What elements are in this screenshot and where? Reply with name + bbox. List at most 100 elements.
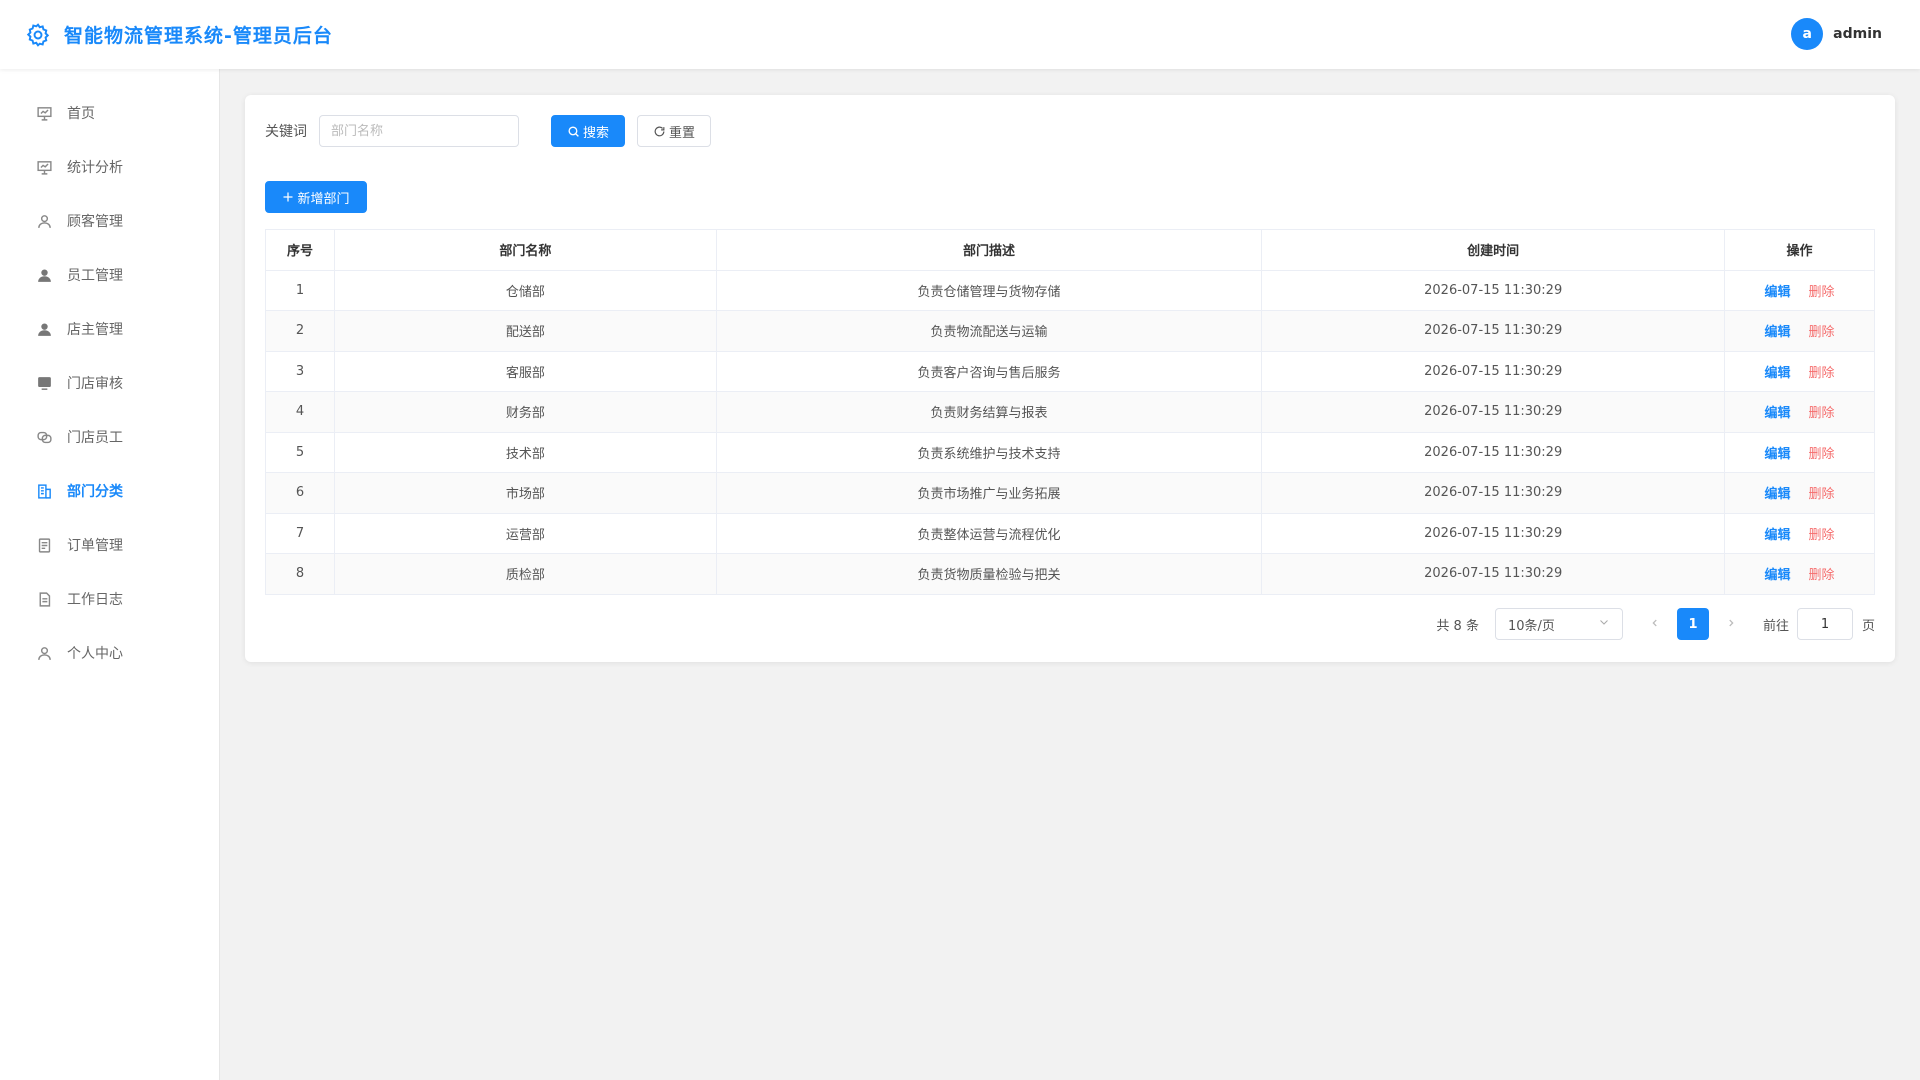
cell-description: 负责物流配送与运输	[715, 310, 1263, 352]
sidebar-item-departments[interactable]: 部门分类	[0, 464, 219, 518]
sidebar-item-orders[interactable]: 订单管理	[0, 518, 219, 572]
table-row: 4 财务部 负责财务结算与报表 2026-07-15 11:30:29 编辑 删除	[265, 391, 1875, 433]
sidebar-item-label: 首页	[67, 106, 95, 122]
edit-link[interactable]: 编辑	[1765, 285, 1791, 300]
keyword-label: 关键词	[265, 124, 307, 140]
table-row: 3 客服部 负责客户咨询与售后服务 2026-07-15 11:30:29 编辑…	[265, 350, 1875, 392]
cell-index: 8	[265, 553, 335, 595]
avatar[interactable]: a	[1791, 18, 1824, 50]
pagination: 共 8 条 10条/页 1 前往 页	[1436, 608, 1875, 640]
table-row: 7 运营部 负责整体运营与流程优化 2026-07-15 11:30:29 编辑…	[265, 512, 1875, 554]
sidebar-item-work-log[interactable]: 工作日志	[0, 572, 219, 626]
edit-link[interactable]: 编辑	[1765, 325, 1791, 340]
column-header-index: 序号	[265, 229, 335, 271]
cell-name: 客服部	[333, 350, 717, 392]
delete-link[interactable]: 删除	[1809, 366, 1835, 381]
edit-link[interactable]: 编辑	[1765, 487, 1791, 502]
sidebar-item-home[interactable]: 首页	[0, 86, 219, 140]
user-menu[interactable]: a admin	[1791, 18, 1882, 50]
prev-page-icon[interactable]	[1645, 617, 1665, 632]
cell-created: 2026-07-15 11:30:29	[1261, 472, 1726, 514]
search-button-label: 搜索	[582, 125, 609, 141]
search-input[interactable]	[319, 115, 519, 147]
cell-index: 4	[265, 391, 335, 433]
presentation-icon	[35, 104, 53, 122]
cell-name: 市场部	[333, 472, 717, 514]
cell-created: 2026-07-15 11:30:29	[1261, 350, 1726, 392]
reset-button-label: 重置	[668, 125, 695, 141]
goto-suffix: 页	[1861, 618, 1875, 634]
top-header: 智能物流管理系统-管理员后台 a admin	[0, 0, 1920, 69]
monitor-icon	[35, 374, 53, 392]
sidebar-item-shop-review[interactable]: 门店审核	[0, 356, 219, 410]
search-button[interactable]: 搜索	[551, 115, 625, 147]
edit-link[interactable]: 编辑	[1765, 447, 1791, 462]
edit-link[interactable]: 编辑	[1765, 568, 1791, 583]
reset-button[interactable]: 重置	[637, 115, 711, 147]
user-outline-icon	[35, 212, 53, 230]
plus-icon	[282, 191, 294, 203]
cell-actions: 编辑 删除	[1724, 269, 1875, 311]
edit-link[interactable]: 编辑	[1765, 366, 1791, 381]
sidebar-item-customers[interactable]: 顾客管理	[0, 194, 219, 248]
cell-name: 运营部	[333, 512, 717, 554]
refresh-icon	[653, 125, 666, 138]
cell-actions: 编辑 删除	[1724, 553, 1875, 595]
cell-name: 质检部	[333, 553, 717, 595]
delete-link[interactable]: 删除	[1809, 487, 1835, 502]
column-header-actions: 操作	[1724, 229, 1875, 271]
cell-index: 2	[265, 310, 335, 352]
document-icon	[35, 590, 53, 608]
cell-created: 2026-07-15 11:30:29	[1261, 553, 1726, 595]
sidebar-item-employees[interactable]: 员工管理	[0, 248, 219, 302]
delete-link[interactable]: 删除	[1809, 406, 1835, 421]
sidebar-item-label: 员工管理	[67, 268, 123, 284]
column-header-created: 创建时间	[1261, 229, 1726, 271]
cell-created: 2026-07-15 11:30:29	[1261, 269, 1726, 311]
cell-index: 6	[265, 472, 335, 514]
sidebar-item-shop-staff[interactable]: 门店员工	[0, 410, 219, 464]
department-table: 序号 部门名称 部门描述 创建时间 操作 1 仓储部 负责仓储管理与货物存储 2…	[265, 229, 1875, 595]
delete-link[interactable]: 删除	[1809, 568, 1835, 583]
search-bar: 关键词 搜索 重置	[265, 115, 711, 147]
table-row: 8 质检部 负责货物质量检验与把关 2026-07-15 11:30:29 编辑…	[265, 553, 1875, 595]
edit-link[interactable]: 编辑	[1765, 528, 1791, 543]
sidebar-item-profile[interactable]: 个人中心	[0, 626, 219, 680]
page-size-select[interactable]: 10条/页	[1494, 608, 1623, 640]
cell-description: 负责市场推广与业务拓展	[715, 472, 1263, 514]
cell-name: 财务部	[333, 391, 717, 433]
cell-name: 配送部	[333, 310, 717, 352]
add-button-label: 新增部门	[297, 191, 350, 207]
cell-index: 3	[265, 350, 335, 392]
delete-link[interactable]: 删除	[1809, 447, 1835, 462]
delete-link[interactable]: 删除	[1809, 528, 1835, 543]
cell-description: 负责客户咨询与售后服务	[715, 350, 1263, 392]
cell-created: 2026-07-15 11:30:29	[1261, 431, 1726, 473]
cell-description: 负责系统维护与技术支持	[715, 431, 1263, 473]
cell-created: 2026-07-15 11:30:29	[1261, 391, 1726, 433]
sidebar-item-label: 工作日志	[67, 592, 123, 608]
sidebar-item-statistics[interactable]: 统计分析	[0, 140, 219, 194]
user-outline-icon	[35, 644, 53, 662]
goto-page-input[interactable]	[1796, 608, 1853, 640]
building-icon	[35, 482, 53, 500]
cell-name: 仓储部	[333, 269, 717, 311]
sidebar-item-label: 店主管理	[67, 322, 123, 338]
main-card: 关键词 搜索 重置 新增部门	[245, 95, 1895, 662]
edit-link[interactable]: 编辑	[1765, 406, 1791, 421]
delete-link[interactable]: 删除	[1809, 285, 1835, 300]
cell-actions: 编辑 删除	[1724, 512, 1875, 554]
cell-actions: 编辑 删除	[1724, 310, 1875, 352]
cell-description: 负责整体运营与流程优化	[715, 512, 1263, 554]
link-icon	[35, 428, 53, 446]
page-number-current[interactable]: 1	[1676, 608, 1709, 640]
add-department-button[interactable]: 新增部门	[265, 181, 367, 213]
sidebar-item-shop-owners[interactable]: 店主管理	[0, 302, 219, 356]
sidebar-item-label: 门店审核	[67, 376, 123, 392]
presentation-icon	[35, 158, 53, 176]
delete-link[interactable]: 删除	[1809, 325, 1835, 340]
next-page-icon[interactable]	[1721, 617, 1741, 632]
table-row: 5 技术部 负责系统维护与技术支持 2026-07-15 11:30:29 编辑…	[265, 431, 1875, 473]
cell-actions: 编辑 删除	[1724, 472, 1875, 514]
username[interactable]: admin	[1833, 26, 1882, 42]
